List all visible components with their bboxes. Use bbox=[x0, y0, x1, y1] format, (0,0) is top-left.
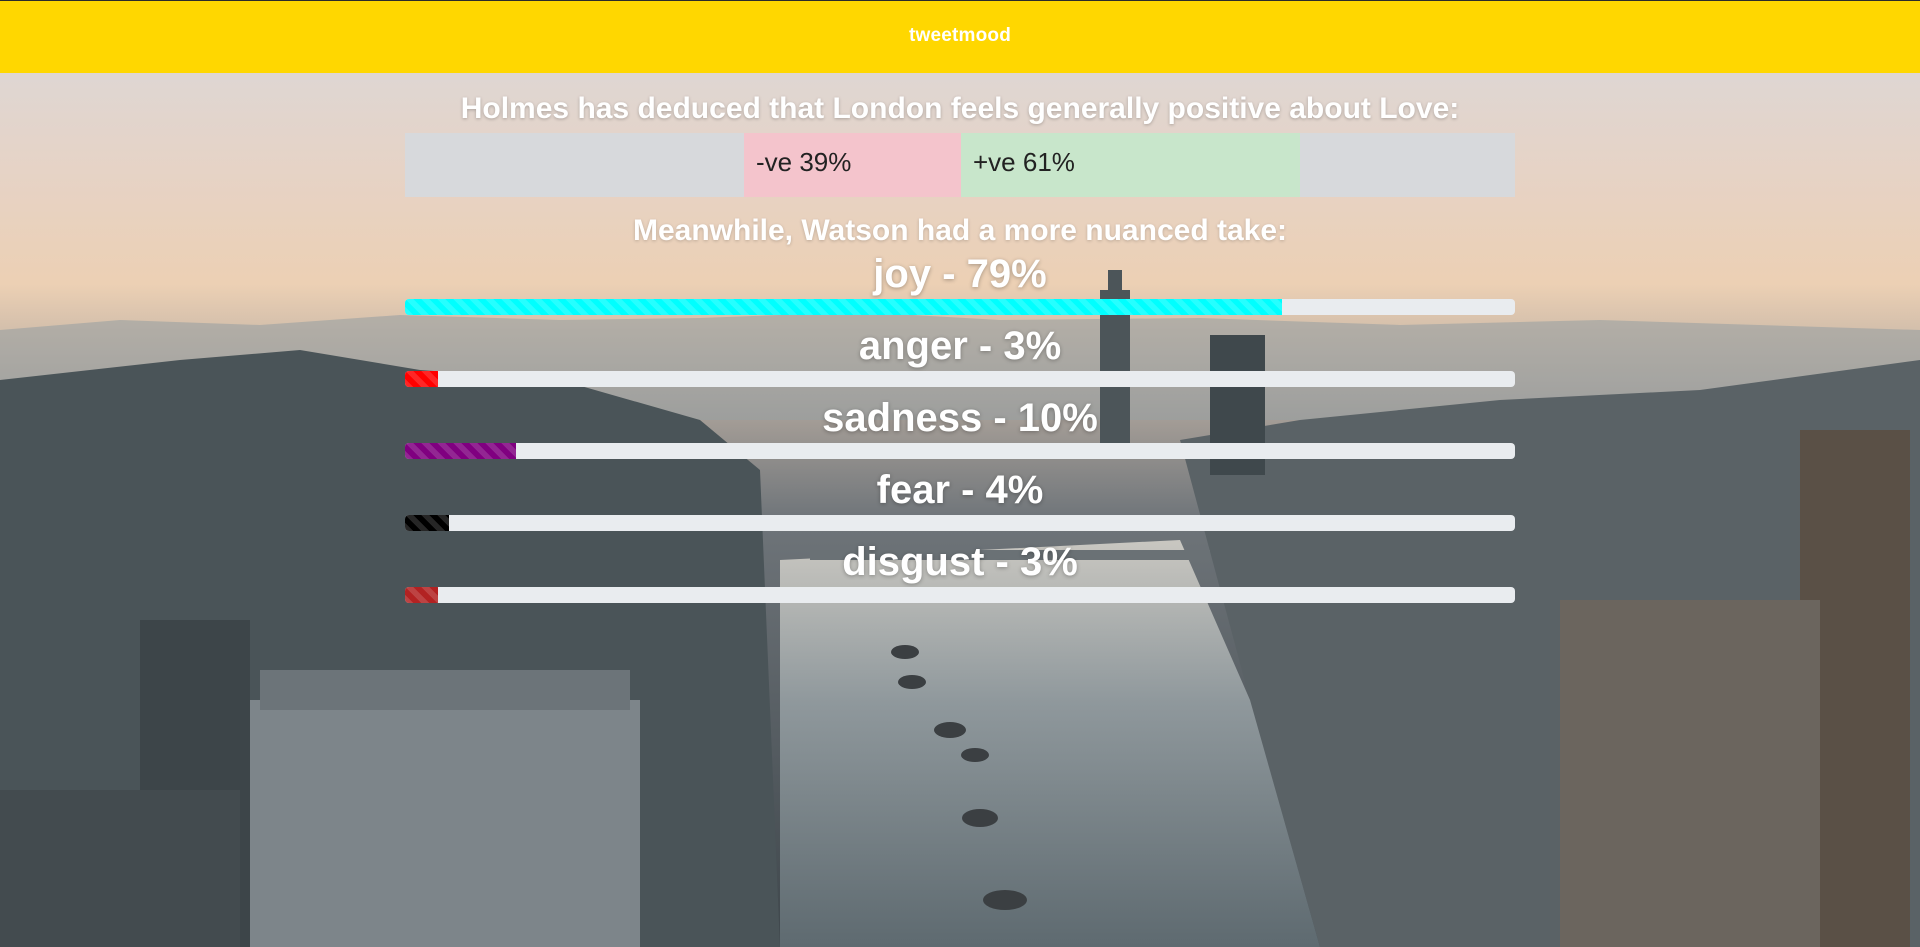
positive-segment: +ve 61% bbox=[961, 133, 1300, 197]
emotion-sadness: sadness - 10% bbox=[405, 393, 1515, 459]
negative-segment: -ve 39% bbox=[744, 133, 961, 197]
sentiment-bar: -ve 39% +ve 61% bbox=[405, 133, 1515, 197]
emotion-label: disgust - 3% bbox=[842, 540, 1078, 584]
emotion-progress-bar bbox=[405, 371, 1515, 387]
emotion-progress-bar bbox=[405, 443, 1515, 459]
emotion-progress-bar bbox=[405, 515, 1515, 531]
emotion-label: joy - 79% bbox=[873, 252, 1047, 296]
emotion-progress-bar bbox=[405, 299, 1515, 315]
results-container: Holmes has deduced that London feels gen… bbox=[405, 73, 1515, 609]
emotion-fear: fear - 4% bbox=[405, 465, 1515, 531]
emotion-progress-bar bbox=[405, 587, 1515, 603]
emotion-label: fear - 4% bbox=[876, 468, 1044, 512]
progress-fill bbox=[405, 371, 439, 387]
progress-fill bbox=[405, 587, 439, 603]
emotion-disgust: disgust - 3% bbox=[405, 537, 1515, 603]
progress-fill bbox=[405, 299, 1282, 315]
emotion-label: sadness - 10% bbox=[822, 396, 1098, 440]
sentiment-headline: Holmes has deduced that London feels gen… bbox=[460, 92, 1460, 125]
emotion-anger: anger - 3% bbox=[405, 321, 1515, 387]
progress-fill bbox=[405, 443, 516, 459]
emotion-label: anger - 3% bbox=[858, 324, 1062, 368]
emotion-joy: joy - 79% bbox=[405, 249, 1515, 315]
progress-fill bbox=[405, 515, 450, 531]
emotions-headline: Meanwhile, Watson had a more nuanced tak… bbox=[632, 214, 1288, 247]
brand-link[interactable]: tweetmood bbox=[909, 25, 1011, 47]
navbar: tweetmood bbox=[0, 0, 1920, 73]
